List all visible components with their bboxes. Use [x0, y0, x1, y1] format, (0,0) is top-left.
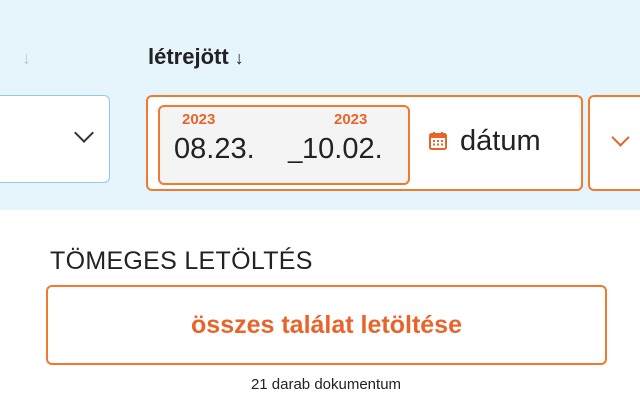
column-header-label: létrejött: [148, 44, 229, 69]
left-filter-select[interactable]: [0, 95, 110, 183]
chevron-down-icon: [74, 123, 94, 143]
download-all-results-button[interactable]: összes találat letöltése: [46, 285, 607, 365]
start-date[interactable]: 08.23.: [174, 133, 255, 166]
end-year: 2023: [334, 111, 368, 128]
date-type-label[interactable]: dátum: [460, 125, 541, 158]
date-range-filter[interactable]: 2023 08.23. _ 2023 10.02. dátum: [146, 95, 583, 191]
page: ↓ létrejött↓ 2023 08.23. _ 2023 10.02.: [0, 0, 640, 419]
filter-bar: ↓ létrejött↓ 2023 08.23. _ 2023 10.02.: [0, 0, 640, 210]
sort-down-icon[interactable]: ↓: [22, 48, 31, 69]
chevron-down-icon: [611, 128, 630, 147]
end-date[interactable]: 10.02.: [302, 133, 383, 166]
date-range-input[interactable]: 2023 08.23. _ 2023 10.02.: [158, 105, 410, 185]
document-count: 21 darab dokumentum: [250, 376, 402, 393]
calendar-icon[interactable]: [428, 131, 448, 151]
date-type-dropdown[interactable]: [588, 95, 640, 191]
column-header-letrejott[interactable]: létrejött ↓: [148, 44, 244, 70]
start-year: 2023: [182, 111, 216, 128]
sort-down-icon: ↓: [234, 48, 244, 68]
date-separator: _: [288, 134, 303, 164]
bulk-download-title: TÖMEGES LETÖLTÉS: [50, 247, 313, 275]
